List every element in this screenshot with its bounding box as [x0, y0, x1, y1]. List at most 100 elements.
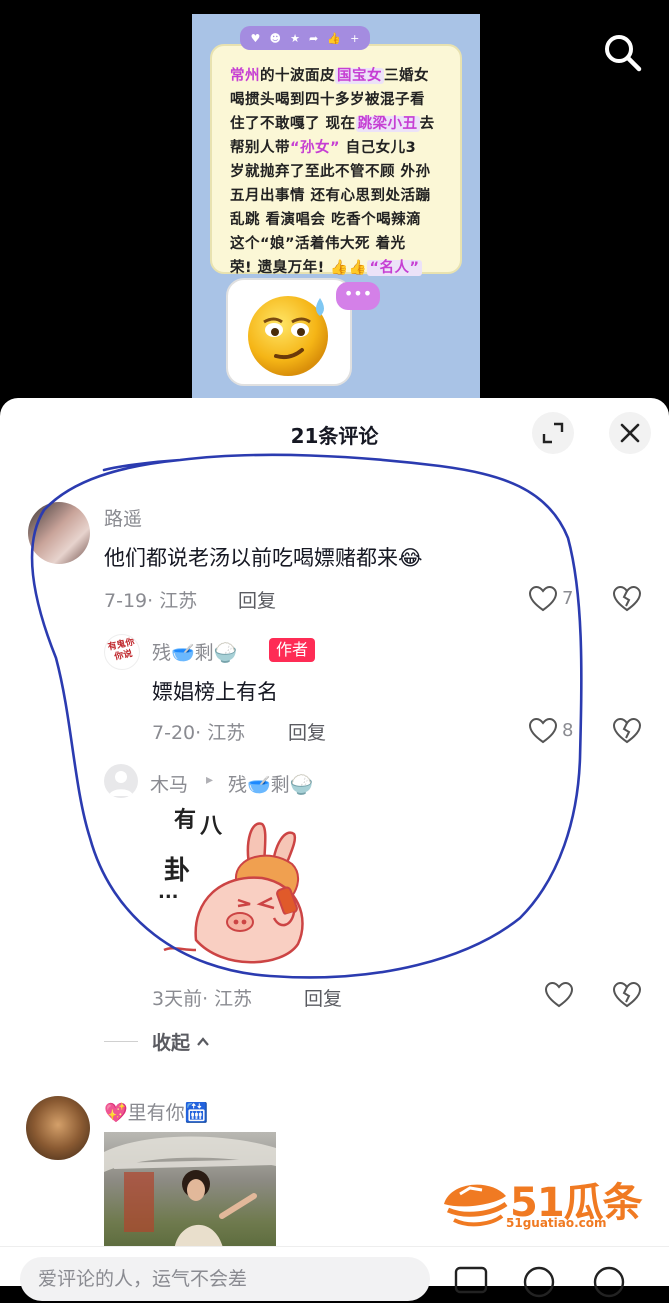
video-area[interactable]: 常州的十波面皮 国宝女 三婚女 喝掼头喝到四十多岁被混子看 住了不敢嘎了 现在 跳梁小丑去…	[0, 0, 669, 400]
reaction-icon-4: 👍	[327, 31, 342, 45]
reply-username[interactable]: 木马	[150, 770, 188, 797]
like-count: 7	[562, 588, 574, 609]
reply-button[interactable]: 回复	[304, 984, 342, 1011]
bubble-line: 乱跳 看演唱会 吃香个喝辣滴	[230, 208, 446, 232]
bubble-text-segment: 去	[419, 116, 435, 132]
bubble-text-segment: 喝掼头喝到四十多岁被混子看	[230, 92, 425, 108]
chevron-up-icon	[197, 1036, 209, 1046]
bubble-line: 这个“娘”活着伟大死 着光	[230, 232, 446, 256]
like-button[interactable]	[528, 716, 558, 746]
like-button[interactable]	[528, 584, 558, 614]
reaction-icon-3: ➦	[309, 31, 319, 45]
collapse-label: 收起	[152, 1032, 191, 1054]
highlighted-text: 常州	[230, 68, 260, 84]
avatar[interactable]	[26, 1096, 90, 1160]
reaction-icon-0: ♥	[250, 31, 261, 45]
comment-text: 他们都说老汤以前吃喝嫖赌都来😂	[104, 546, 423, 570]
comment-input[interactable]: 爱评论的人，运气不会差	[20, 1257, 430, 1301]
heart-icon	[528, 585, 558, 612]
author-avatar[interactable]: 有鬼你 你说	[104, 634, 140, 670]
comment-gif-image[interactable]	[104, 1132, 276, 1252]
bubble-text-segment: 五月出事情 还有心思到处活蹦	[230, 188, 431, 204]
comment-panel: 21条评论 路遥 他们都说老汤以前吃喝嫖赌都来😂 7-19· 江苏 回复 7 有…	[0, 398, 669, 1280]
search-icon	[605, 35, 642, 72]
author-avatar-text: 有鬼你 你说	[107, 637, 136, 663]
close-icon	[620, 423, 640, 443]
author-badge: 作者	[269, 638, 316, 662]
sticker-text-1: 有	[174, 808, 197, 833]
reply-button[interactable]: 回复	[238, 586, 276, 613]
reply-to-username[interactable]: 残🥣剩🍚	[228, 770, 313, 797]
default-avatar[interactable]	[104, 764, 138, 798]
reply-date-location: 7-20· 江苏	[152, 722, 246, 744]
emoji-card	[226, 278, 352, 386]
bubble-line: 喝掼头喝到四十多岁被混子看	[230, 88, 446, 112]
search-button[interactable]	[600, 30, 644, 74]
at-mention-button[interactable]	[522, 1265, 555, 1298]
image-icon	[454, 1266, 488, 1294]
comment-input-bar: 爱评论的人，运气不会差	[0, 1246, 669, 1301]
bubble-text-segment: 住了不敢嘎了 现在	[230, 116, 356, 132]
bubble-text-segment: 这个“娘”活着伟大死 着光	[230, 236, 406, 252]
comment-username[interactable]: 路遥	[104, 504, 142, 531]
emoji-button[interactable]	[592, 1265, 625, 1298]
video-frame[interactable]: 常州的十波面皮 国宝女 三婚女 喝掼头喝到四十多岁被混子看 住了不敢嘎了 现在 跳梁小丑去…	[192, 14, 480, 400]
comment-username[interactable]: 💖里有你🛗	[104, 1098, 208, 1125]
sticker-text-2: 八	[200, 814, 223, 839]
reply-text: 嫖娼榜上有名	[152, 680, 278, 704]
bubble-text-segment: 荣! 遗臭万年! 👍👍	[230, 260, 368, 276]
reaction-icon-5: +	[350, 31, 360, 45]
site-watermark: 51瓜条 51guatiao.com	[440, 1174, 650, 1234]
heart-icon	[544, 981, 574, 1008]
highlighted-text: 国宝女	[335, 68, 384, 84]
bubble-line: 荣! 遗臭万年! 👍👍 “名人”	[230, 256, 446, 280]
image-button[interactable]	[454, 1265, 488, 1295]
avatar[interactable]	[28, 502, 90, 564]
bubble-line: 五月出事情 还有心思到处活蹦	[230, 184, 446, 208]
like-count: 8	[562, 720, 574, 741]
collapse-replies-button[interactable]: 收起	[104, 1028, 212, 1055]
reply-to-arrow-icon: ▸	[206, 772, 214, 788]
expand-icon	[542, 422, 564, 444]
dislike-button[interactable]	[612, 584, 642, 614]
highlighted-text: “孙女”	[290, 140, 341, 156]
reply-button[interactable]: 回复	[288, 718, 326, 745]
highlighted-text: 跳梁小丑	[355, 116, 420, 132]
pig-gossip-sticker: 有 八 卦 ...	[152, 800, 322, 972]
smiley-icon	[593, 1266, 625, 1298]
close-button[interactable]	[609, 412, 651, 454]
heart-icon	[528, 717, 558, 744]
reply-date-location: 3天前· 江苏	[152, 988, 253, 1010]
bubble-text-segment: 自己女儿3	[340, 140, 417, 156]
broken-heart-icon	[612, 981, 642, 1008]
expand-button[interactable]	[532, 412, 574, 454]
like-button[interactable]	[544, 980, 574, 1010]
dislike-button[interactable]	[612, 716, 642, 746]
bubble-text-segment: 的十波面皮	[260, 68, 335, 84]
bubble-text-segment: 帮别人带	[230, 140, 290, 156]
reaction-icon-2: ★	[290, 31, 300, 45]
collapse-divider	[104, 1041, 138, 1042]
reply-username[interactable]: 残🥣剩🍚	[152, 638, 237, 665]
user-silhouette-icon	[109, 771, 133, 796]
chat-dots-bubble: •••	[336, 282, 380, 310]
message-bubble-text: 常州的十波面皮 国宝女 三婚女 喝掼头喝到四十多岁被混子看 住了不敢嘎了 现在 跳梁小丑去…	[230, 64, 446, 304]
comment-date-location: 7-19· 江苏	[104, 590, 198, 612]
bubble-line: 常州的十波面皮 国宝女 三婚女	[230, 64, 446, 88]
at-icon	[523, 1266, 555, 1298]
highlighted-text: “名人”	[367, 260, 422, 276]
bubble-line: 岁就抛弃了至此不管不顾 外孙	[230, 160, 446, 184]
bubble-text-segment: 岁就抛弃了至此不管不顾 外孙	[230, 164, 431, 180]
bubble-line: 帮别人带“孙女” 自己女儿3	[230, 136, 446, 160]
broken-heart-icon	[612, 585, 642, 612]
broken-heart-icon	[612, 717, 642, 744]
bubble-line: 住了不敢嘎了 现在 跳梁小丑去	[230, 112, 446, 136]
gif-scene	[104, 1136, 276, 1252]
reaction-icon-1: ☻	[269, 31, 281, 45]
dislike-button[interactable]	[612, 980, 642, 1010]
reaction-bar: ♥ ☻ ★ ➦ 👍 +	[240, 26, 370, 50]
watermark-logo-icon	[444, 1184, 508, 1227]
message-bubble-card: 常州的十波面皮 国宝女 三婚女 喝掼头喝到四十多岁被混子看 住了不敢嘎了 现在 跳梁小丑去…	[210, 44, 462, 300]
bubble-text-segment: 乱跳 看演唱会 吃香个喝辣滴	[230, 212, 422, 228]
bubble-text-segment: 三婚女	[384, 68, 429, 84]
